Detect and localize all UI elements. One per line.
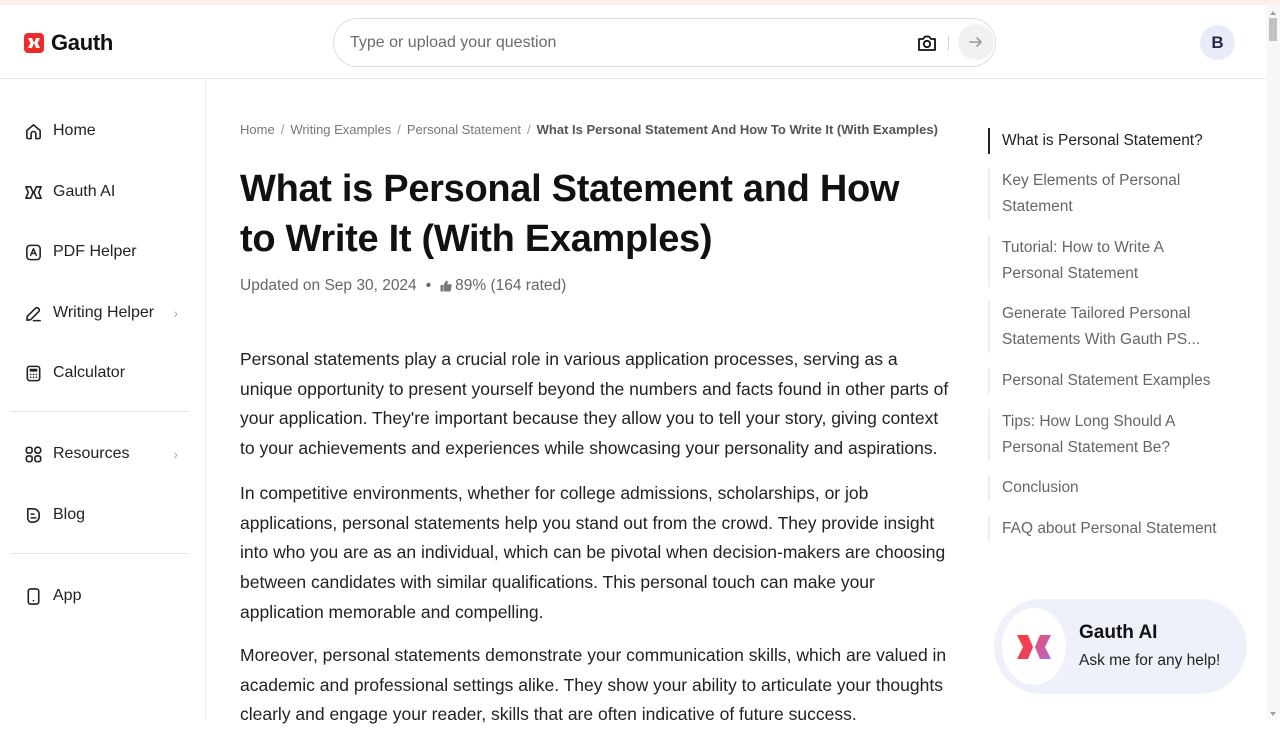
sidebar-item-label: App bbox=[53, 587, 82, 604]
camera-icon[interactable] bbox=[916, 32, 938, 54]
ai-card-title: Gauth AI bbox=[1079, 622, 1158, 643]
logo[interactable]: Gauth bbox=[24, 30, 113, 56]
sidebar-item-label: Gauth AI bbox=[53, 183, 116, 200]
article-paragraph: Personal statements play a crucial role … bbox=[240, 349, 949, 459]
sidebar-item-label: Home bbox=[53, 122, 96, 139]
page-title: What is Personal Statement and How to Wr… bbox=[240, 168, 900, 260]
sidebar-item-label: Writing Helper bbox=[53, 304, 155, 321]
home-icon bbox=[26, 123, 41, 139]
scroll-down-arrow-icon[interactable] bbox=[1270, 712, 1276, 716]
grid-icon bbox=[25, 445, 42, 462]
scroll-up-arrow-icon[interactable] bbox=[1270, 11, 1276, 15]
sidebar-item-home[interactable]: Home bbox=[24, 116, 184, 146]
pdf-icon bbox=[26, 244, 41, 260]
blog-icon bbox=[26, 507, 41, 523]
updated-date: Updated on Sep 30, 2024 bbox=[240, 277, 417, 294]
sidebar-divider bbox=[10, 411, 189, 412]
sidebar-item-calculator[interactable]: Calculator bbox=[24, 358, 184, 388]
search-divider bbox=[948, 36, 949, 50]
toc-item[interactable]: Conclusion bbox=[988, 475, 1218, 501]
sidebar-item-label: Resources bbox=[53, 445, 130, 462]
breadcrumb-link-home[interactable]: Home bbox=[240, 122, 275, 137]
breadcrumb-link-writing-examples[interactable]: Writing Examples bbox=[290, 122, 391, 137]
toc-item[interactable]: Personal Statement Examples bbox=[988, 368, 1218, 394]
page-scrollbar[interactable] bbox=[1266, 5, 1280, 720]
arrow-right-icon bbox=[969, 37, 982, 47]
ai-card-subtitle: Ask me for any help! bbox=[1079, 652, 1221, 669]
user-avatar[interactable]: B bbox=[1200, 25, 1235, 60]
toc-item[interactable]: Generate Tailored Personal Statements Wi… bbox=[988, 301, 1203, 353]
thumbs-up-icon bbox=[440, 280, 452, 292]
breadcrumb-separator: / bbox=[397, 122, 401, 137]
search-input[interactable] bbox=[350, 31, 890, 55]
breadcrumb-link-personal-statement[interactable]: Personal Statement bbox=[407, 122, 521, 137]
sidebar-item-gauth-ai[interactable]: Gauth AI bbox=[24, 177, 184, 207]
gauth-logo-icon bbox=[24, 33, 44, 53]
toc-item[interactable]: Tips: How Long Should A Personal Stateme… bbox=[988, 409, 1188, 461]
sidebar-item-resources[interactable]: Resources › bbox=[24, 439, 184, 469]
article-paragraph: In competitive environments, whether for… bbox=[240, 483, 946, 622]
sidebar: Home Gauth AI PDF Helper Writing Helper … bbox=[0, 80, 206, 720]
article-meta: Updated on Sep 30, 2024 • 89% (164 rated… bbox=[240, 277, 566, 295]
breadcrumb-separator: / bbox=[527, 122, 531, 137]
gauth-ai-chat-card[interactable]: Gauth AI Ask me for any help! bbox=[994, 599, 1247, 694]
sidebar-divider bbox=[10, 553, 189, 554]
pen-icon bbox=[26, 306, 41, 321]
gauth-ai-icon bbox=[25, 185, 42, 199]
calculator-icon bbox=[26, 365, 41, 381]
phone-icon bbox=[27, 587, 40, 605]
gauth-ai-logo-icon bbox=[1002, 608, 1066, 685]
breadcrumb-separator: / bbox=[280, 122, 285, 137]
sidebar-item-blog[interactable]: Blog bbox=[24, 500, 184, 530]
submit-button[interactable] bbox=[958, 24, 994, 60]
toc-item[interactable]: FAQ about Personal Statement bbox=[988, 516, 1218, 542]
search-bar bbox=[333, 18, 996, 67]
chevron-right-icon: › bbox=[173, 446, 178, 462]
scroll-thumb[interactable] bbox=[1269, 18, 1277, 41]
sidebar-item-label: PDF Helper bbox=[53, 243, 137, 260]
sidebar-item-app[interactable]: App bbox=[24, 581, 184, 611]
header: Gauth B bbox=[0, 5, 1266, 79]
breadcrumb-current: What Is Personal Statement And How To Wr… bbox=[536, 122, 938, 137]
toc-item[interactable]: What is Personal Statement? bbox=[988, 128, 1218, 154]
meta-separator: • bbox=[425, 277, 432, 294]
toc-item[interactable]: Tutorial: How to Write A Personal Statem… bbox=[988, 235, 1183, 287]
toc-item[interactable]: Key Elements of Personal Statement bbox=[988, 168, 1188, 220]
sidebar-item-writing-helper[interactable]: Writing Helper › bbox=[24, 298, 184, 328]
sidebar-item-pdf-helper[interactable]: PDF Helper bbox=[24, 237, 184, 267]
breadcrumb: Home / Writing Examples / Personal Statement… bbox=[240, 122, 938, 137]
rating: 89% (164 rated) bbox=[455, 277, 567, 294]
chevron-right-icon: › bbox=[173, 305, 178, 321]
sidebar-item-label: Blog bbox=[53, 506, 86, 523]
brand-name: Gauth bbox=[51, 30, 114, 55]
sidebar-item-label: Calculator bbox=[53, 364, 126, 381]
article-paragraph: Moreover, personal statements demonstrat… bbox=[240, 645, 947, 725]
